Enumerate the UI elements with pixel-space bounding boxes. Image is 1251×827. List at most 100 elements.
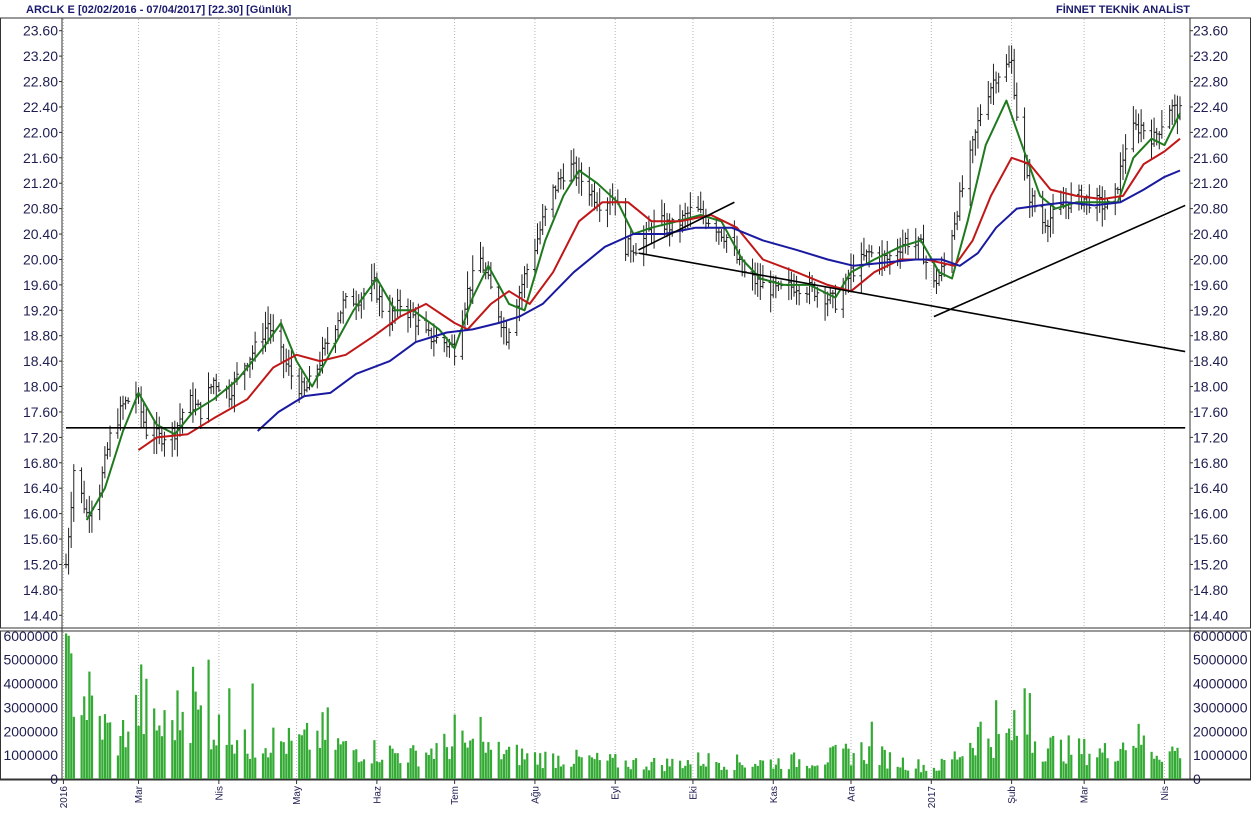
volume-bar — [287, 727, 290, 779]
volume-bar — [1101, 752, 1104, 779]
price-tick-right: 16.00 — [1193, 506, 1228, 522]
volume-bar — [280, 741, 283, 779]
price-tick-right: 21.20 — [1193, 175, 1228, 191]
volume-bar — [230, 744, 234, 779]
volume-bar — [269, 752, 272, 779]
price-tick-right: 15.20 — [1193, 556, 1228, 572]
volume-bar — [370, 763, 373, 779]
volume-bar — [919, 772, 923, 779]
price-tick-left: 15.20 — [23, 556, 58, 572]
volume-bar — [362, 759, 366, 779]
volume-bar — [318, 747, 322, 779]
volume-bar — [140, 664, 143, 779]
volume-bar — [394, 753, 397, 779]
trendline — [933, 204, 1186, 318]
price-tick-left: 14.80 — [23, 582, 58, 598]
volume-bar — [285, 753, 288, 779]
volume-tick-right: 5000000 — [1193, 652, 1248, 668]
volume-bar — [925, 770, 928, 779]
volume-tick-left: 2000000 — [3, 723, 58, 739]
volume-bar — [961, 756, 964, 779]
volume-bar — [1119, 748, 1122, 779]
volume-bar — [883, 749, 886, 779]
volume-bar — [463, 742, 467, 779]
price-tick-right: 19.60 — [1193, 277, 1228, 293]
x-tick-label: 2017 — [927, 786, 938, 809]
volume-bar — [116, 755, 120, 779]
moving-average-line — [137, 137, 1181, 451]
volume-bar — [769, 759, 772, 779]
volume-bar — [751, 766, 754, 779]
price-tick-right: 22.40 — [1193, 99, 1228, 115]
volume-bar — [246, 753, 249, 779]
volume-bar — [228, 688, 231, 779]
volume-bar — [1096, 757, 1099, 779]
volume-bar — [834, 744, 837, 779]
price-tick-left: 23.60 — [23, 23, 58, 39]
volume-bar — [399, 763, 402, 779]
volume-bar — [1142, 735, 1145, 779]
volume-bar — [1070, 754, 1073, 779]
volume-bar — [153, 708, 156, 779]
volume-bar — [671, 758, 674, 779]
volume-bar — [80, 715, 83, 779]
volume-bar — [632, 759, 635, 779]
volume-panel-frame — [0, 630, 1251, 780]
volume-bar — [142, 734, 145, 779]
volume-bar — [487, 742, 490, 779]
price-tick-right: 23.60 — [1193, 23, 1228, 39]
volume-bar — [1033, 741, 1037, 779]
volume-bar — [1065, 763, 1068, 779]
volume-bar — [787, 769, 791, 779]
price-panel-frame — [0, 17, 1251, 629]
volume-bar — [109, 722, 112, 779]
grid-lines — [62, 19, 1165, 779]
volume-bar — [342, 741, 345, 779]
volume-bar — [1015, 735, 1018, 779]
volume-bar — [360, 761, 363, 779]
volume-bar — [1052, 735, 1055, 779]
volume-bar — [197, 709, 200, 779]
volume-bar — [1155, 755, 1158, 779]
price-tick-right: 21.60 — [1193, 150, 1228, 166]
volume-bar — [816, 765, 819, 779]
volume-bar — [715, 761, 718, 779]
volume-bar — [896, 766, 899, 779]
volume-bar — [121, 719, 125, 779]
volume-bar — [451, 746, 454, 779]
x-tick-label: Tem — [450, 786, 461, 805]
volume-bar — [808, 768, 811, 779]
volume-bar — [881, 746, 884, 779]
volume-bar — [251, 683, 254, 779]
chart-container: 23.60 23.60 23.20 23.20 22.80 22.80 22.40 22.40… — [0, 0, 1251, 822]
price-tick-right: 14.80 — [1193, 582, 1228, 598]
volume-bar — [430, 748, 433, 779]
volume-bar — [505, 749, 508, 779]
x-tick-label: Ara — [846, 786, 857, 802]
volume-bar — [453, 714, 456, 779]
volume-bar — [1023, 688, 1026, 779]
volume-bar — [1140, 744, 1143, 779]
volume-bar — [212, 739, 215, 779]
price-tick-left: 22.00 — [23, 124, 58, 140]
volume-bar — [697, 752, 700, 779]
x-tick-label: May — [292, 786, 303, 805]
volume-bar — [865, 763, 868, 779]
price-tick-right: 14.40 — [1193, 607, 1228, 623]
volume-bar — [1077, 738, 1081, 779]
volume-bar — [557, 755, 560, 779]
volume-tick-right: 6000000 — [1193, 628, 1248, 644]
volume-bar — [795, 767, 798, 779]
volume-bar — [668, 766, 671, 779]
volume-bar — [997, 734, 1000, 779]
volume-bar — [598, 760, 601, 779]
volume-bar — [189, 743, 192, 779]
volume-bar — [813, 766, 816, 779]
volume-tick-right: 4000000 — [1193, 676, 1248, 692]
volume-bar — [642, 769, 645, 779]
volume-bar — [899, 767, 902, 779]
volume-bar — [590, 757, 594, 779]
volume-bar — [862, 760, 866, 779]
volume-bar — [725, 769, 728, 779]
volume-bar — [500, 759, 503, 779]
